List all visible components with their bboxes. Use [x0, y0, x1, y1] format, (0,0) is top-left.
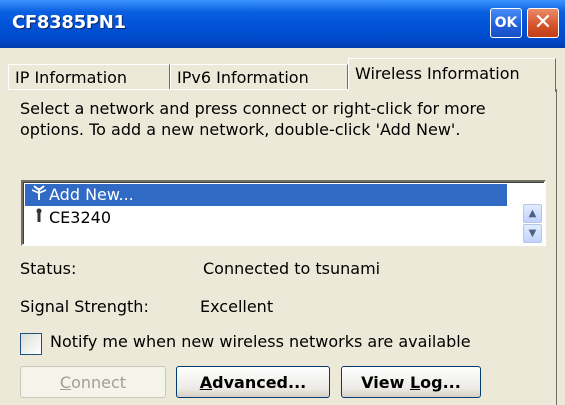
view-log-accesskey: L	[409, 372, 421, 392]
list-item-ce3240[interactable]: CE3240	[25, 207, 111, 229]
ok-button[interactable]: OK	[490, 8, 522, 38]
list-item-add-new[interactable]: Add New...	[25, 184, 507, 206]
notify-checkbox[interactable]	[20, 333, 42, 355]
window-title: CF8385PN1	[12, 12, 126, 33]
title-bar: CF8385PN1 OK ✕	[0, 0, 565, 48]
signal-strength-label: Signal Strength:	[20, 297, 149, 316]
advanced-label: dvanced...	[212, 372, 307, 392]
view-log-button[interactable]: View Log...	[341, 366, 481, 398]
close-button[interactable]: ✕	[527, 8, 559, 38]
advanced-button[interactable]: Advanced...	[176, 366, 330, 398]
tab-label: Wireless Information	[355, 64, 520, 83]
list-item-label: Add New...	[49, 185, 134, 204]
connect-label: onnect	[71, 372, 127, 392]
tab-label: IPv6 Information	[177, 68, 309, 87]
list-item-label: CE3240	[49, 208, 111, 227]
scroll-up-button[interactable]: ▲	[523, 204, 542, 223]
tab-ip-information[interactable]: IP Information	[8, 64, 170, 90]
view-log-prefix: View	[361, 372, 410, 392]
tab-label: IP Information	[15, 68, 128, 87]
close-icon: ✕	[533, 10, 553, 35]
connect-accesskey: C	[59, 372, 72, 392]
notify-label[interactable]: Notify me when new wireless networks are…	[50, 332, 471, 351]
network-list[interactable]: Add New... CE3240 ▲ ▼	[21, 180, 546, 246]
tab-wireless-information[interactable]: Wireless Information	[348, 58, 556, 92]
adhoc-icon	[29, 207, 49, 229]
view-log-label: og...	[420, 372, 461, 392]
instructions-text: Select a network and press connect or ri…	[20, 99, 486, 139]
ok-label: OK	[494, 15, 518, 31]
status-label: Status:	[20, 259, 77, 278]
advanced-accesskey: A	[199, 372, 213, 392]
tab-panel-right-edge	[556, 89, 557, 405]
connect-button[interactable]: Connect	[20, 366, 166, 398]
chevron-down-icon: ▼	[528, 228, 537, 239]
tab-strip: IP Information IPv6 Information Wireless…	[8, 58, 557, 92]
tab-ipv6-information[interactable]: IPv6 Information	[170, 64, 348, 90]
antenna-icon	[29, 184, 49, 206]
chevron-up-icon: ▲	[528, 208, 537, 219]
signal-strength-value: Excellent	[200, 297, 274, 316]
status-value: Connected to tsunami	[203, 259, 381, 278]
scroll-down-button[interactable]: ▼	[523, 224, 542, 243]
